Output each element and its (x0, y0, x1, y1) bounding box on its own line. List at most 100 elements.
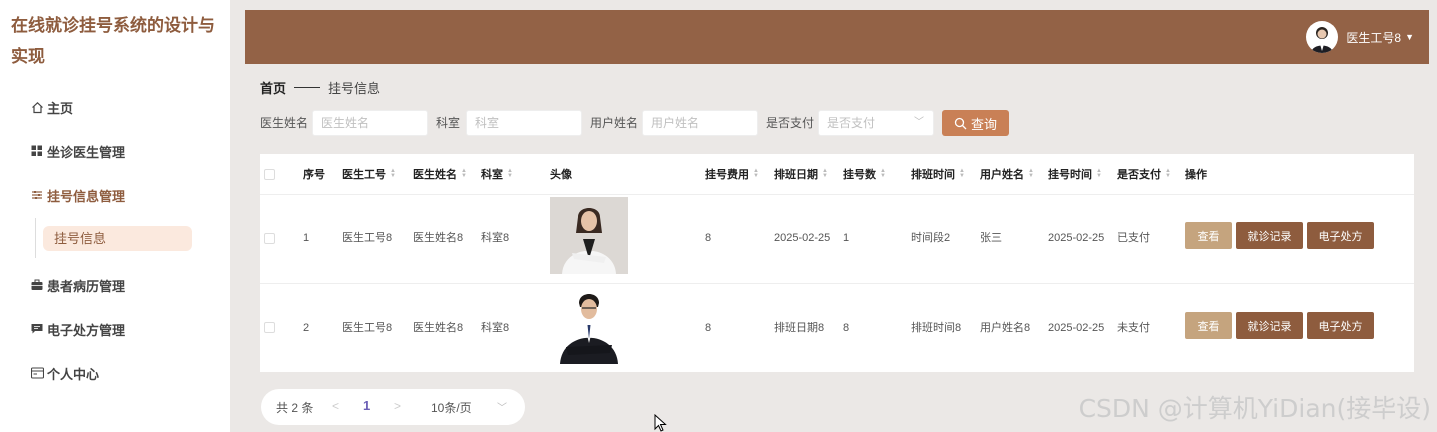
cell-user-name: 张三 (980, 232, 1002, 244)
cell-paid: 已支付 (1117, 232, 1150, 244)
paid-label: 是否支付 (766, 116, 815, 130)
sidebar-item-prescriptions[interactable]: 电子处方管理 (30, 317, 125, 341)
sidebar-item-label: 挂号信息管理 (47, 188, 126, 204)
cell-department: 科室8 (481, 232, 510, 244)
column-header[interactable]: 排班日期 ▲ ▼ (774, 166, 828, 182)
department-label: 科室 (436, 116, 461, 130)
column-header[interactable]: 医生工号 ▲ ▼ (342, 166, 396, 182)
cell-doctor-no: 医生工号8 (342, 322, 393, 334)
sidebar-item-medical-records[interactable]: 患者病历管理 (30, 273, 125, 297)
select-all-checkbox[interactable] (264, 169, 275, 180)
user-name-label: 用户姓名 (590, 116, 639, 130)
sidebar-item-label: 电子处方管理 (47, 322, 126, 338)
prescription-button[interactable]: 电子处方 (1307, 312, 1374, 339)
view-button[interactable]: 查看 (1185, 222, 1232, 249)
doctor-name-input[interactable] (312, 110, 428, 136)
row-checkbox[interactable] (264, 233, 275, 244)
sort-icon: ▲ ▼ (959, 168, 965, 179)
watermark: CSDN @计算机YiDian(接毕设) (1078, 394, 1431, 423)
paid-select[interactable]: 是否支付 ﹀ (818, 110, 934, 136)
sidebar-subitem-registration-info[interactable]: 挂号信息 (43, 226, 192, 251)
card-icon (30, 366, 44, 380)
pagination-total: 共 2 条 (276, 401, 314, 415)
breadcrumb-separator (294, 87, 321, 88)
briefcase-icon (30, 278, 44, 292)
sidebar-item-label: 坐诊医生管理 (47, 144, 126, 160)
next-page-icon[interactable]: > (394, 399, 401, 413)
cell-doctor-name: 医生姓名8 (413, 322, 464, 334)
sort-icon: ▲ ▼ (753, 168, 759, 179)
caret-down-icon: ▼ (1405, 32, 1414, 42)
sort-icon: ▲ ▼ (390, 168, 396, 179)
cell-schedule-date: 2025-02-25 (774, 232, 831, 244)
column-header[interactable]: 挂号时间 ▲ ▼ (1048, 166, 1102, 182)
column-header[interactable]: 用户姓名 ▲ ▼ (980, 166, 1034, 182)
sort-icon: ▲ ▼ (507, 168, 513, 179)
cell-reg-time: 2025-02-25 (1048, 232, 1105, 244)
grid-icon (30, 144, 44, 158)
sidebar-item-label: 主页 (47, 100, 74, 116)
row-divider (260, 194, 1414, 195)
cell-fee: 8 (705, 322, 712, 334)
query-button-label: 查询 (970, 116, 997, 132)
column-header[interactable]: 挂号费用 ▲ ▼ (705, 166, 759, 182)
sort-icon: ▲ ▼ (1165, 168, 1171, 179)
pagination-page[interactable]: 1 (363, 398, 370, 413)
cell-reg-time: 2025-02-25 (1048, 322, 1105, 334)
column-header[interactable]: 科室 ▲ ▼ (481, 166, 513, 182)
avatar (1306, 21, 1339, 53)
breadcrumb-home[interactable]: 首页 (260, 78, 286, 97)
cell-index: 2 (303, 322, 310, 334)
username: 医生工号8 (1346, 30, 1402, 45)
cell-count: 8 (843, 322, 850, 334)
page-size-select[interactable]: 10条/页 (431, 399, 472, 416)
registration-table: 序号 医生工号 ▲ ▼ 医生姓名 ▲ ▼ 科室 ▲ ▼ 头像 挂号费用 ▲ ▼ 排班日期 ▲ ▼ 挂… (260, 154, 1414, 372)
cell-user-name: 用户姓名8 (980, 322, 1031, 334)
column-header: 操作 (1185, 169, 1207, 181)
doctor-name-label: 医生姓名 (260, 116, 309, 130)
cell-schedule-time: 排班时间8 (911, 322, 962, 334)
sort-icon: ▲ ▼ (822, 168, 828, 179)
prev-page-icon[interactable]: < (332, 399, 339, 413)
column-header: 序号 (303, 169, 325, 181)
query-button[interactable]: 查询 (942, 110, 1009, 136)
column-header[interactable]: 医生姓名 ▲ ▼ (413, 166, 467, 182)
cell-schedule-date: 排班日期8 (774, 322, 825, 334)
submenu-line (35, 218, 36, 258)
cell-count: 1 (843, 232, 850, 244)
chevron-down-icon: ﹀ (914, 117, 924, 128)
column-header[interactable]: 排班时间 ▲ ▼ (911, 166, 965, 182)
user-name-input[interactable] (642, 110, 758, 136)
cell-department: 科室8 (481, 322, 510, 334)
visit-record-button[interactable]: 就诊记录 (1236, 222, 1303, 249)
cell-paid: 未支付 (1117, 322, 1150, 334)
cell-schedule-time: 时间段2 (911, 232, 951, 244)
home-icon (30, 100, 44, 114)
department-input[interactable] (466, 110, 582, 136)
breadcrumb-current: 挂号信息 (328, 81, 381, 96)
row-checkbox[interactable] (264, 322, 275, 333)
column-header[interactable]: 是否支付 ▲ ▼ (1117, 166, 1171, 182)
view-button[interactable]: 查看 (1185, 312, 1232, 339)
cell-fee: 8 (705, 232, 712, 244)
column-header[interactable]: 挂号数 ▲ ▼ (843, 166, 886, 182)
doctor-photo (550, 287, 628, 364)
prescription-button[interactable]: 电子处方 (1307, 222, 1374, 249)
sidebar-item-registration[interactable]: 挂号信息管理 (30, 183, 125, 207)
visit-record-button[interactable]: 就诊记录 (1236, 312, 1303, 339)
sliders-icon (30, 188, 44, 202)
sidebar-item-doctors[interactable]: 坐诊医生管理 (30, 139, 125, 163)
sidebar: 在线就诊挂号系统的设计与实现 主页 坐诊医生管理 挂号信息管理 挂号信息 患者病… (0, 0, 230, 432)
chevron-down-icon: ﹀ (497, 403, 507, 414)
cell-doctor-no: 医生工号8 (342, 232, 393, 244)
user-menu[interactable]: 医生工号8 ▼ (1306, 21, 1414, 53)
column-header: 头像 (550, 169, 572, 181)
sidebar-item-home[interactable]: 主页 (30, 95, 73, 119)
row-divider (260, 283, 1414, 284)
sidebar-item-label: 患者病历管理 (47, 278, 126, 294)
mouse-cursor-icon (654, 414, 667, 432)
sidebar-item-profile[interactable]: 个人中心 (30, 361, 99, 385)
paid-select-placeholder: 是否支付 (827, 116, 876, 130)
sort-icon: ▲ ▼ (1096, 168, 1102, 179)
sidebar-item-label: 个人中心 (47, 366, 100, 382)
